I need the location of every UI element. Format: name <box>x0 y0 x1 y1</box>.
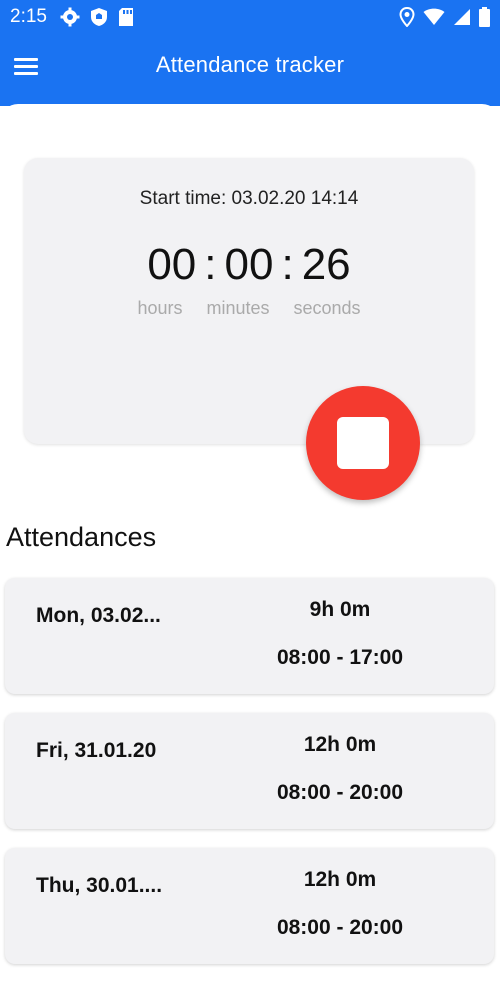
attendance-duration: 12h 0m <box>303 733 377 756</box>
attendance-duration: 12h 0m <box>303 868 377 891</box>
attendance-date: Mon, 03.02... <box>36 604 161 627</box>
sd-card-icon <box>118 7 134 27</box>
attendance-date: Thu, 30.01.... <box>36 874 163 897</box>
shield-icon <box>90 7 108 27</box>
battery-icon <box>479 7 490 27</box>
timer-units: hours minutes seconds <box>24 298 474 319</box>
attendance-card[interactable]: Fri, 31.01.20 12h 0m 08:00 - 20:00 <box>5 713 494 829</box>
attendance-date: Fri, 31.01.20 <box>36 739 157 762</box>
settings-icon <box>60 7 80 27</box>
attendance-card[interactable]: Thu, 30.01.... 12h 0m 08:00 - 20:00 <box>5 848 494 964</box>
wifi-icon <box>423 8 445 26</box>
signal-icon <box>453 8 471 26</box>
seconds-label: seconds <box>293 298 361 318</box>
attendance-time-range: 08:00 - 17:00 <box>276 646 404 669</box>
status-time: 2:15 <box>10 6 47 27</box>
main-content: Start time: 03.02.20 14:14 00 : 00 : 26 … <box>0 104 500 1000</box>
timer-display: 00 : 00 : 26 <box>24 240 474 290</box>
minutes-label: minutes <box>206 298 270 318</box>
attendance-duration: 9h 0m <box>309 598 371 621</box>
app-title: Attendance tracker <box>155 52 345 77</box>
location-icon <box>399 7 415 27</box>
timer-hours: 00 <box>147 240 197 289</box>
start-time-label: Start time: 03.02.20 14:14 <box>139 188 359 209</box>
timer-minutes: 00 <box>224 240 274 289</box>
timer-seconds: 26 <box>301 240 351 289</box>
hours-label: hours <box>137 298 183 318</box>
app-bar: Attendance tracker <box>0 34 500 106</box>
status-bar: 2:15 <box>0 0 500 34</box>
timer-separator: : <box>204 240 217 289</box>
timer-separator: : <box>281 240 294 289</box>
attendance-card[interactable]: Mon, 03.02... 9h 0m 08:00 - 17:00 <box>5 578 494 694</box>
stop-button[interactable] <box>306 386 420 500</box>
attendances-title: Attendances <box>6 522 157 552</box>
stop-icon <box>337 417 389 469</box>
timer-card: Start time: 03.02.20 14:14 00 : 00 : 26 … <box>24 158 474 444</box>
attendance-time-range: 08:00 - 20:00 <box>276 781 404 804</box>
attendance-time-range: 08:00 - 20:00 <box>276 916 404 939</box>
